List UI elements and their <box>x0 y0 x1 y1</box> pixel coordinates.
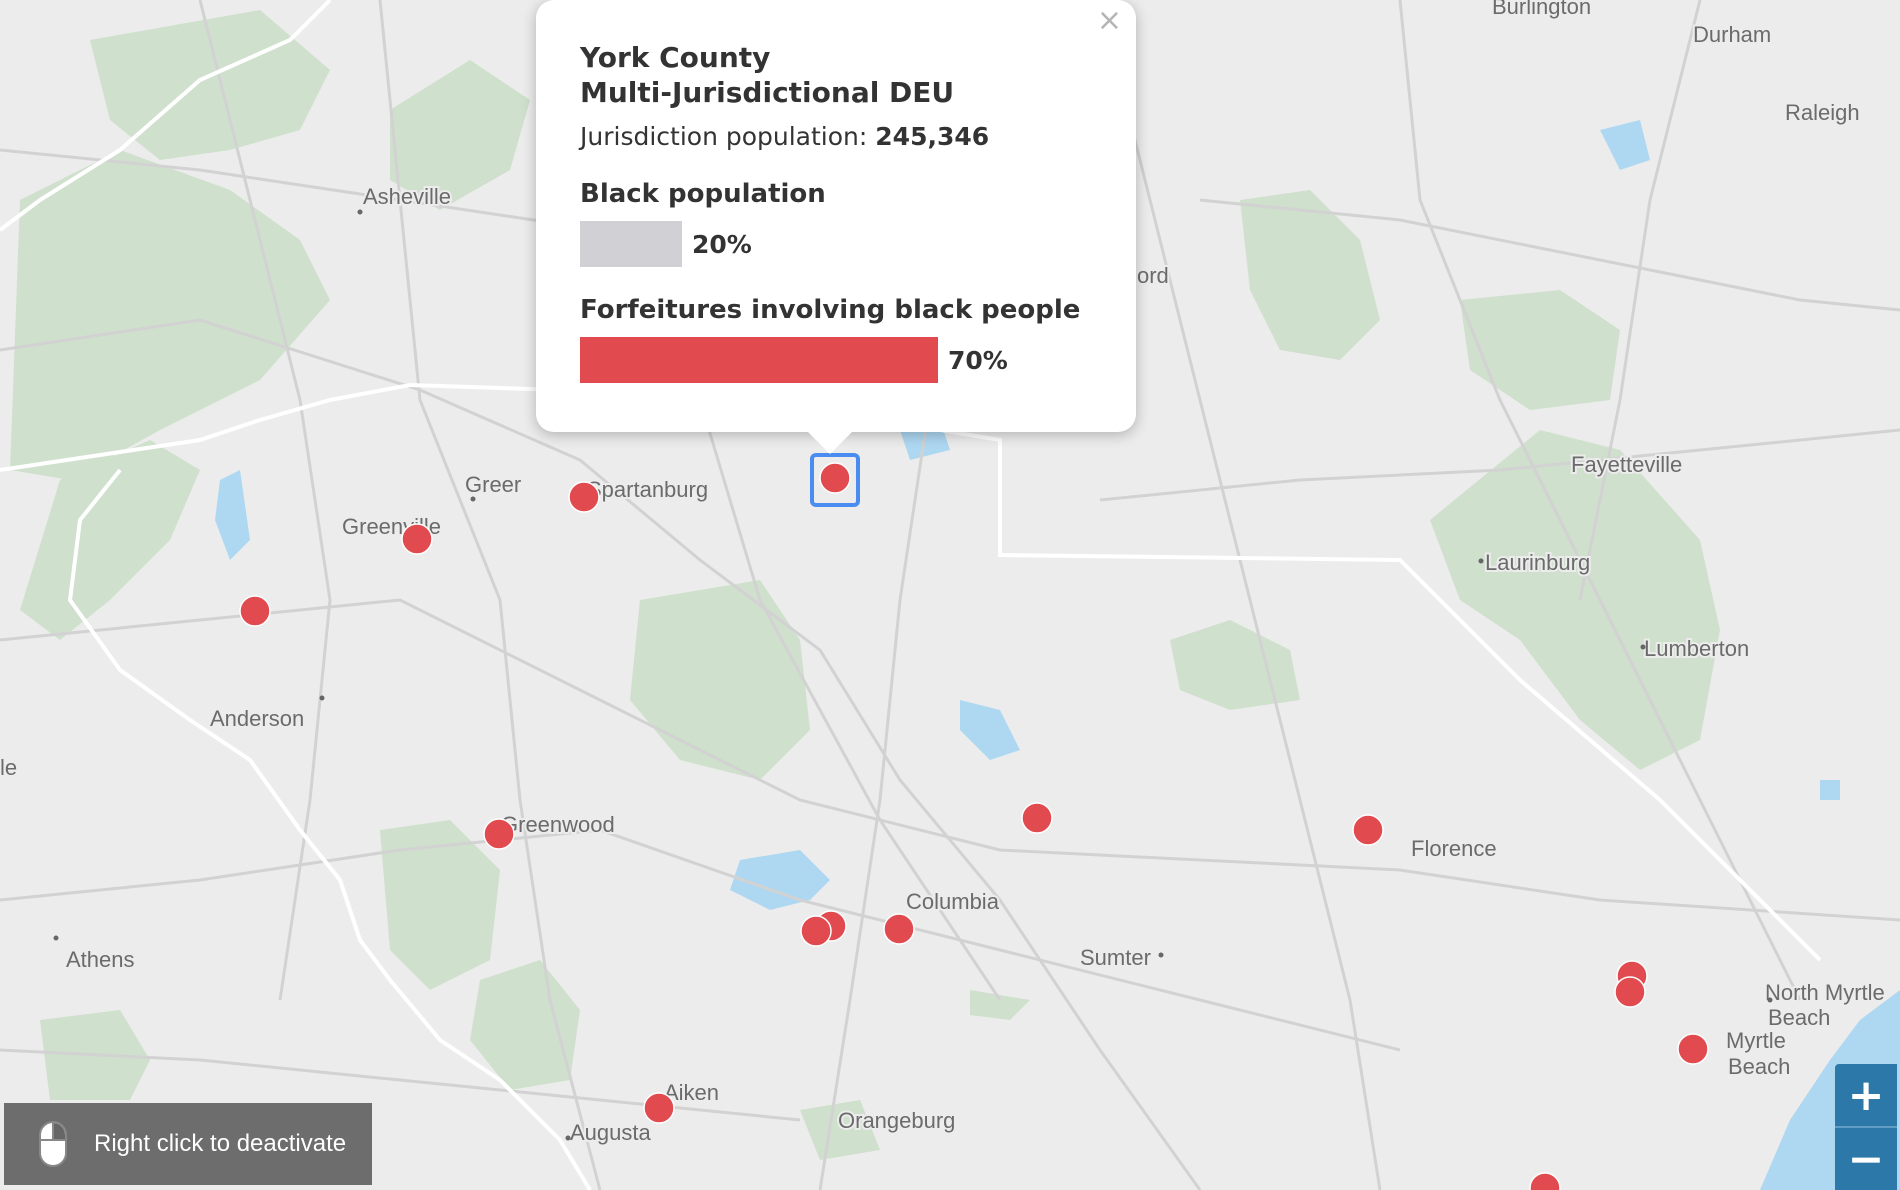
zoom-in-button[interactable]: + <box>1835 1064 1897 1126</box>
popup-tip <box>808 432 852 454</box>
place-label: Augusta <box>570 1120 651 1145</box>
marker[interactable] <box>643 1092 675 1124</box>
place-label: ord <box>1137 263 1169 288</box>
zoom-controls: + − <box>1835 1064 1897 1190</box>
marker[interactable] <box>1614 976 1646 1008</box>
place-label: Asheville <box>363 184 451 209</box>
forfeitures-heading: Forfeitures involving black people <box>580 295 1081 325</box>
place-label: Burlington <box>1492 0 1591 19</box>
place-label: Spartanburg <box>587 477 708 502</box>
place-label: Lumberton <box>1644 636 1749 661</box>
mouse-icon <box>39 1121 67 1167</box>
marker[interactable] <box>401 523 433 555</box>
marker[interactable] <box>483 818 515 850</box>
popup-title: York County Multi-Jurisdictional DEU <box>580 40 1092 110</box>
place-label: Fayetteville <box>1571 452 1682 477</box>
place-label: Florence <box>1411 836 1497 861</box>
marker[interactable] <box>1352 814 1384 846</box>
deactivate-hint: Right click to deactivate <box>4 1103 372 1185</box>
place-label: le <box>0 755 17 780</box>
place-label: Myrtle <box>1726 1028 1786 1053</box>
black-population-heading: Black population <box>580 179 826 209</box>
marker[interactable] <box>1021 802 1053 834</box>
marker-york-county[interactable] <box>819 462 851 494</box>
place-label: Greenwood <box>501 812 615 837</box>
forfeitures-row: 70% <box>580 337 1092 383</box>
place-label: Beach <box>1768 1005 1830 1030</box>
popup-title-line1: York County <box>580 41 771 74</box>
forfeitures-bar <box>580 337 938 383</box>
zoom-out-button[interactable]: − <box>1835 1128 1897 1190</box>
marker[interactable] <box>800 915 832 947</box>
popup-close-icon[interactable]: × <box>1097 6 1122 36</box>
place-label: Orangeburg <box>838 1108 955 1133</box>
place-label: Athens <box>66 947 135 972</box>
marker[interactable] <box>239 595 271 627</box>
place-label: Raleigh <box>1785 100 1860 125</box>
popup-title-line2: Multi-Jurisdictional DEU <box>580 76 955 109</box>
black-population-bar <box>580 221 682 267</box>
place-label: Laurinburg <box>1485 550 1590 575</box>
marker[interactable] <box>883 913 915 945</box>
place-label: Durham <box>1693 22 1771 47</box>
black-population-value: 20% <box>692 229 752 259</box>
population-value: 245,346 <box>875 122 990 151</box>
population-label: Jurisdiction population: <box>580 122 868 151</box>
deactivate-text: Right click to deactivate <box>94 1130 347 1157</box>
marker[interactable] <box>1677 1033 1709 1065</box>
marker[interactable] <box>568 481 600 513</box>
place-label: Beach <box>1728 1054 1790 1079</box>
place-label: Sumter <box>1080 945 1151 970</box>
marker-popup: × York County Multi-Jurisdictional DEU J… <box>536 0 1136 454</box>
place-label: Columbia <box>906 889 1000 914</box>
place-label: Greer <box>465 472 521 497</box>
population-line: Jurisdiction population: 245,346 <box>580 122 1092 151</box>
black-population-row: 20% <box>580 221 1092 267</box>
forfeitures-value: 70% <box>948 345 1008 375</box>
place-label: North Myrtle <box>1765 980 1885 1005</box>
place-label: Anderson <box>210 706 304 731</box>
